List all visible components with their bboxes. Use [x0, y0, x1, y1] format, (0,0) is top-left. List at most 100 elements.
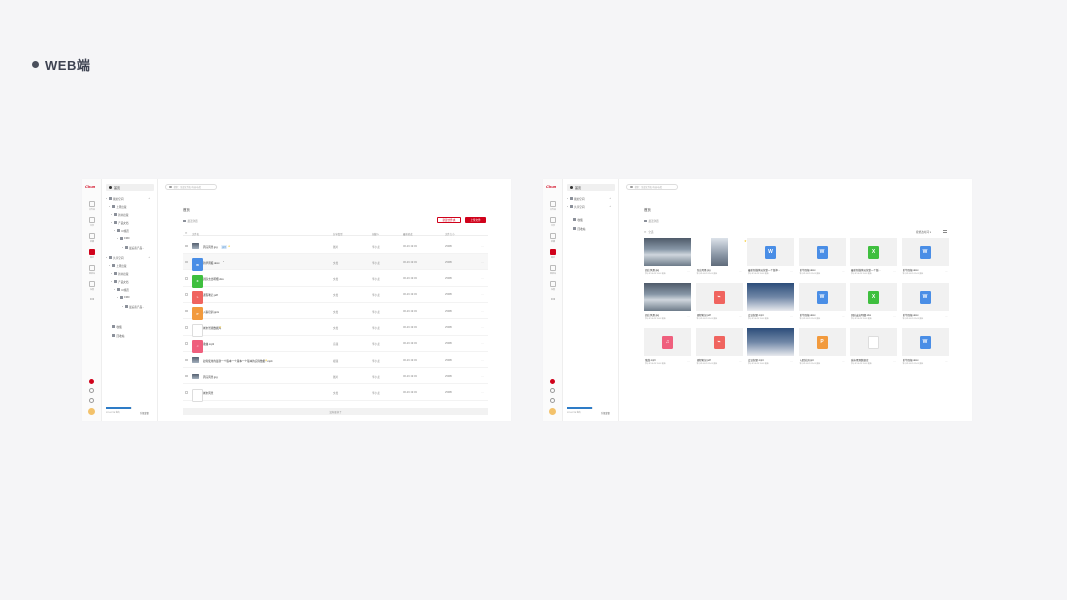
list-view-toggle-icon[interactable] — [943, 230, 947, 233]
col-modified[interactable]: 最新修改 — [403, 232, 413, 236]
table-row[interactable]: X 团队支出明细.xlsx 文档 李小龙 06-29 19:03 25MB ··· — [183, 271, 488, 288]
tree-home-item[interactable]: 首页 — [567, 184, 615, 191]
more-icon[interactable]: ··· — [790, 270, 793, 273]
file-card[interactable]: ⌁ 课程笔记.pdf 李小龙 06-29 19:03 更新 ··· — [695, 283, 743, 321]
chevron-down-icon[interactable]: ▾ — [122, 305, 123, 308]
notification-icon[interactable] — [550, 379, 555, 384]
more-icon[interactable]: ··· — [687, 360, 690, 363]
file-card[interactable]: P 入职培训.ppt 李小龙 06-29 19:03 更新 ··· — [798, 328, 846, 366]
tree-item[interactable]: ▾ UI规范 — [114, 228, 129, 233]
more-icon[interactable]: ··· — [893, 270, 896, 273]
rail-item-0[interactable] — [550, 201, 556, 207]
row-checkbox[interactable] — [185, 309, 188, 313]
add-icon[interactable]: + — [148, 255, 150, 259]
chevron-down-icon[interactable]: ▾ — [111, 221, 112, 224]
col-type[interactable]: 分享类型 — [333, 232, 343, 236]
more-icon[interactable]: ··· — [842, 270, 845, 273]
more-icon[interactable]: ··· — [790, 315, 793, 318]
row-checkbox[interactable] — [185, 391, 188, 394]
chevron-down-icon[interactable]: ▾ — [117, 237, 118, 240]
more-icon[interactable]: ··· — [481, 375, 484, 378]
more-icon[interactable]: ··· — [790, 360, 793, 363]
row-checkbox[interactable] — [185, 244, 188, 248]
chevron-down-icon[interactable]: ▾ — [114, 229, 115, 232]
add-icon[interactable]: + — [609, 204, 611, 208]
add-icon[interactable]: + — [148, 196, 150, 200]
new-folder-button[interactable]: 新建文件夹 — [437, 217, 461, 223]
tree-item[interactable]: ▾ 产品文档 — [111, 220, 128, 225]
row-checkbox[interactable] — [185, 358, 188, 362]
settings-icon[interactable] — [89, 398, 94, 403]
rail-item-4[interactable] — [89, 265, 95, 271]
table-row[interactable]: 如何使用的最新一个版本一个版本一个版本的实际数据...mp4 ★ 视频 李小龙 06-2… — [183, 352, 488, 369]
col-name[interactable]: 文件名 — [192, 232, 199, 236]
tree-item[interactable]: ▸ 共享空间 — [567, 204, 584, 209]
more-icon[interactable]: ··· — [739, 270, 742, 273]
tree-item[interactable]: ▾ 最后商产品... — [122, 245, 144, 250]
star-icon[interactable]: ★ — [265, 359, 267, 362]
file-name[interactable]: 歌曲.mp3 — [203, 342, 214, 346]
tree-item[interactable]: ▾ 新书出版 — [111, 271, 128, 276]
upgrade-link[interactable]: 升级套餐 — [601, 411, 610, 415]
more-icon[interactable]: ··· — [481, 261, 484, 264]
file-name[interactable]: 团队支出明细.xlsx — [203, 277, 224, 281]
row-checkbox[interactable] — [185, 374, 188, 378]
file-card[interactable]: W 新华周报.docx 李小龙 06-29 19:03 更新 ··· — [798, 283, 846, 321]
chevron-down-icon[interactable]: ▾ — [117, 296, 118, 299]
more-icon[interactable]: ··· — [481, 293, 484, 296]
row-checkbox[interactable] — [185, 260, 188, 264]
more-icon[interactable]: ··· — [481, 359, 484, 362]
avatar[interactable] — [88, 408, 95, 415]
tree-item[interactable]: ▾ 上周出版 — [109, 204, 126, 209]
chevron-down-icon[interactable]: ▾ — [106, 256, 107, 259]
more-icon[interactable]: ··· — [945, 360, 948, 363]
add-icon[interactable]: + — [609, 196, 611, 200]
rail-item-2[interactable] — [550, 233, 556, 239]
select-all-checkbox[interactable]: ☐ — [185, 232, 187, 235]
settings-icon[interactable] — [550, 398, 555, 403]
more-icon[interactable]: ··· — [893, 360, 896, 363]
more-icon[interactable]: ··· — [842, 315, 845, 318]
file-name[interactable]: 如何使用的最新一个版本一个版本一个版本的实际数据...mp4 — [203, 359, 272, 363]
more-icon[interactable]: ··· — [481, 277, 484, 280]
file-name[interactable]: 周庄风景.jpg — [203, 245, 218, 249]
search-input[interactable]: 搜索：全部文件名/内容/标签 — [626, 184, 678, 190]
upload-button[interactable]: 上传文件 — [465, 217, 486, 223]
chevron-down-icon[interactable]: ▾ — [122, 246, 123, 249]
file-name[interactable]: 城市风景 — [203, 391, 213, 395]
table-row[interactable]: 周庄风景.jpg 图片 李小龙 06-29 19:03 25MB ··· — [183, 368, 488, 385]
tree-item[interactable]: ▸ 我的空间 — [567, 196, 584, 201]
more-icon[interactable]: ··· — [481, 391, 484, 394]
row-checkbox[interactable] — [185, 342, 188, 345]
table-row[interactable]: 城市风景 文档 李小龙 06-29 19:03 25MB ··· — [183, 385, 488, 402]
tree-item[interactable]: ▾ 上周出版 — [109, 263, 126, 268]
tree-item[interactable]: ▾ FRD — [117, 295, 129, 300]
select-all-checkbox[interactable]: ☐ — [644, 231, 646, 234]
chevron-down-icon[interactable]: ▾ — [109, 205, 110, 208]
search-input[interactable]: 搜索：全部文件名/内容/标签 — [165, 184, 217, 190]
tree-home-item[interactable]: 首页 — [106, 184, 154, 191]
more-icon[interactable]: ··· — [945, 270, 948, 273]
chevron-down-icon[interactable]: ▾ — [109, 264, 110, 267]
more-icon[interactable]: ··· — [481, 245, 484, 248]
file-card[interactable]: W 新华周报.docx 李小龙 06-29 19:03 更新 ··· — [901, 283, 949, 321]
file-name[interactable]: 新华周报.docx — [203, 261, 220, 265]
chevron-right-icon[interactable]: ▸ — [567, 205, 568, 208]
tree-item[interactable]: ▾ 我的空间 — [106, 196, 123, 201]
tree-item[interactable]: ▾ FRD — [117, 236, 129, 241]
tree-extra-item[interactable]: 收藏 — [112, 324, 122, 329]
tree-item[interactable]: ▾ 最后商产品... — [122, 304, 144, 309]
notification-icon[interactable] — [89, 379, 94, 384]
table-row[interactable]: 周庄风景.jpg 协作 ★ 图片 李小龙 06-29 19:03 25MB ··· — [183, 238, 488, 254]
tree-extra-item[interactable]: 回收站 — [573, 226, 585, 231]
rail-item-2[interactable] — [89, 233, 95, 239]
tree-item[interactable]: ▾ UI规范 — [114, 287, 129, 292]
file-card[interactable]: X 团队支出明细.xlsx 李小龙 06-29 19:03 更新 ··· — [850, 283, 897, 321]
more-icon[interactable]: ··· — [945, 315, 948, 318]
more-icon[interactable]: ••• — [551, 296, 555, 301]
file-name[interactable]: 入职培训.pptx — [203, 310, 219, 314]
more-icon[interactable]: ··· — [893, 315, 896, 318]
more-icon[interactable]: ··· — [687, 315, 690, 318]
tree-item[interactable]: ▾ 产品文档 — [111, 279, 128, 284]
file-card[interactable]: W 新华周报.docx 李小龙 06-29 19:03 更新 ··· — [798, 238, 846, 276]
